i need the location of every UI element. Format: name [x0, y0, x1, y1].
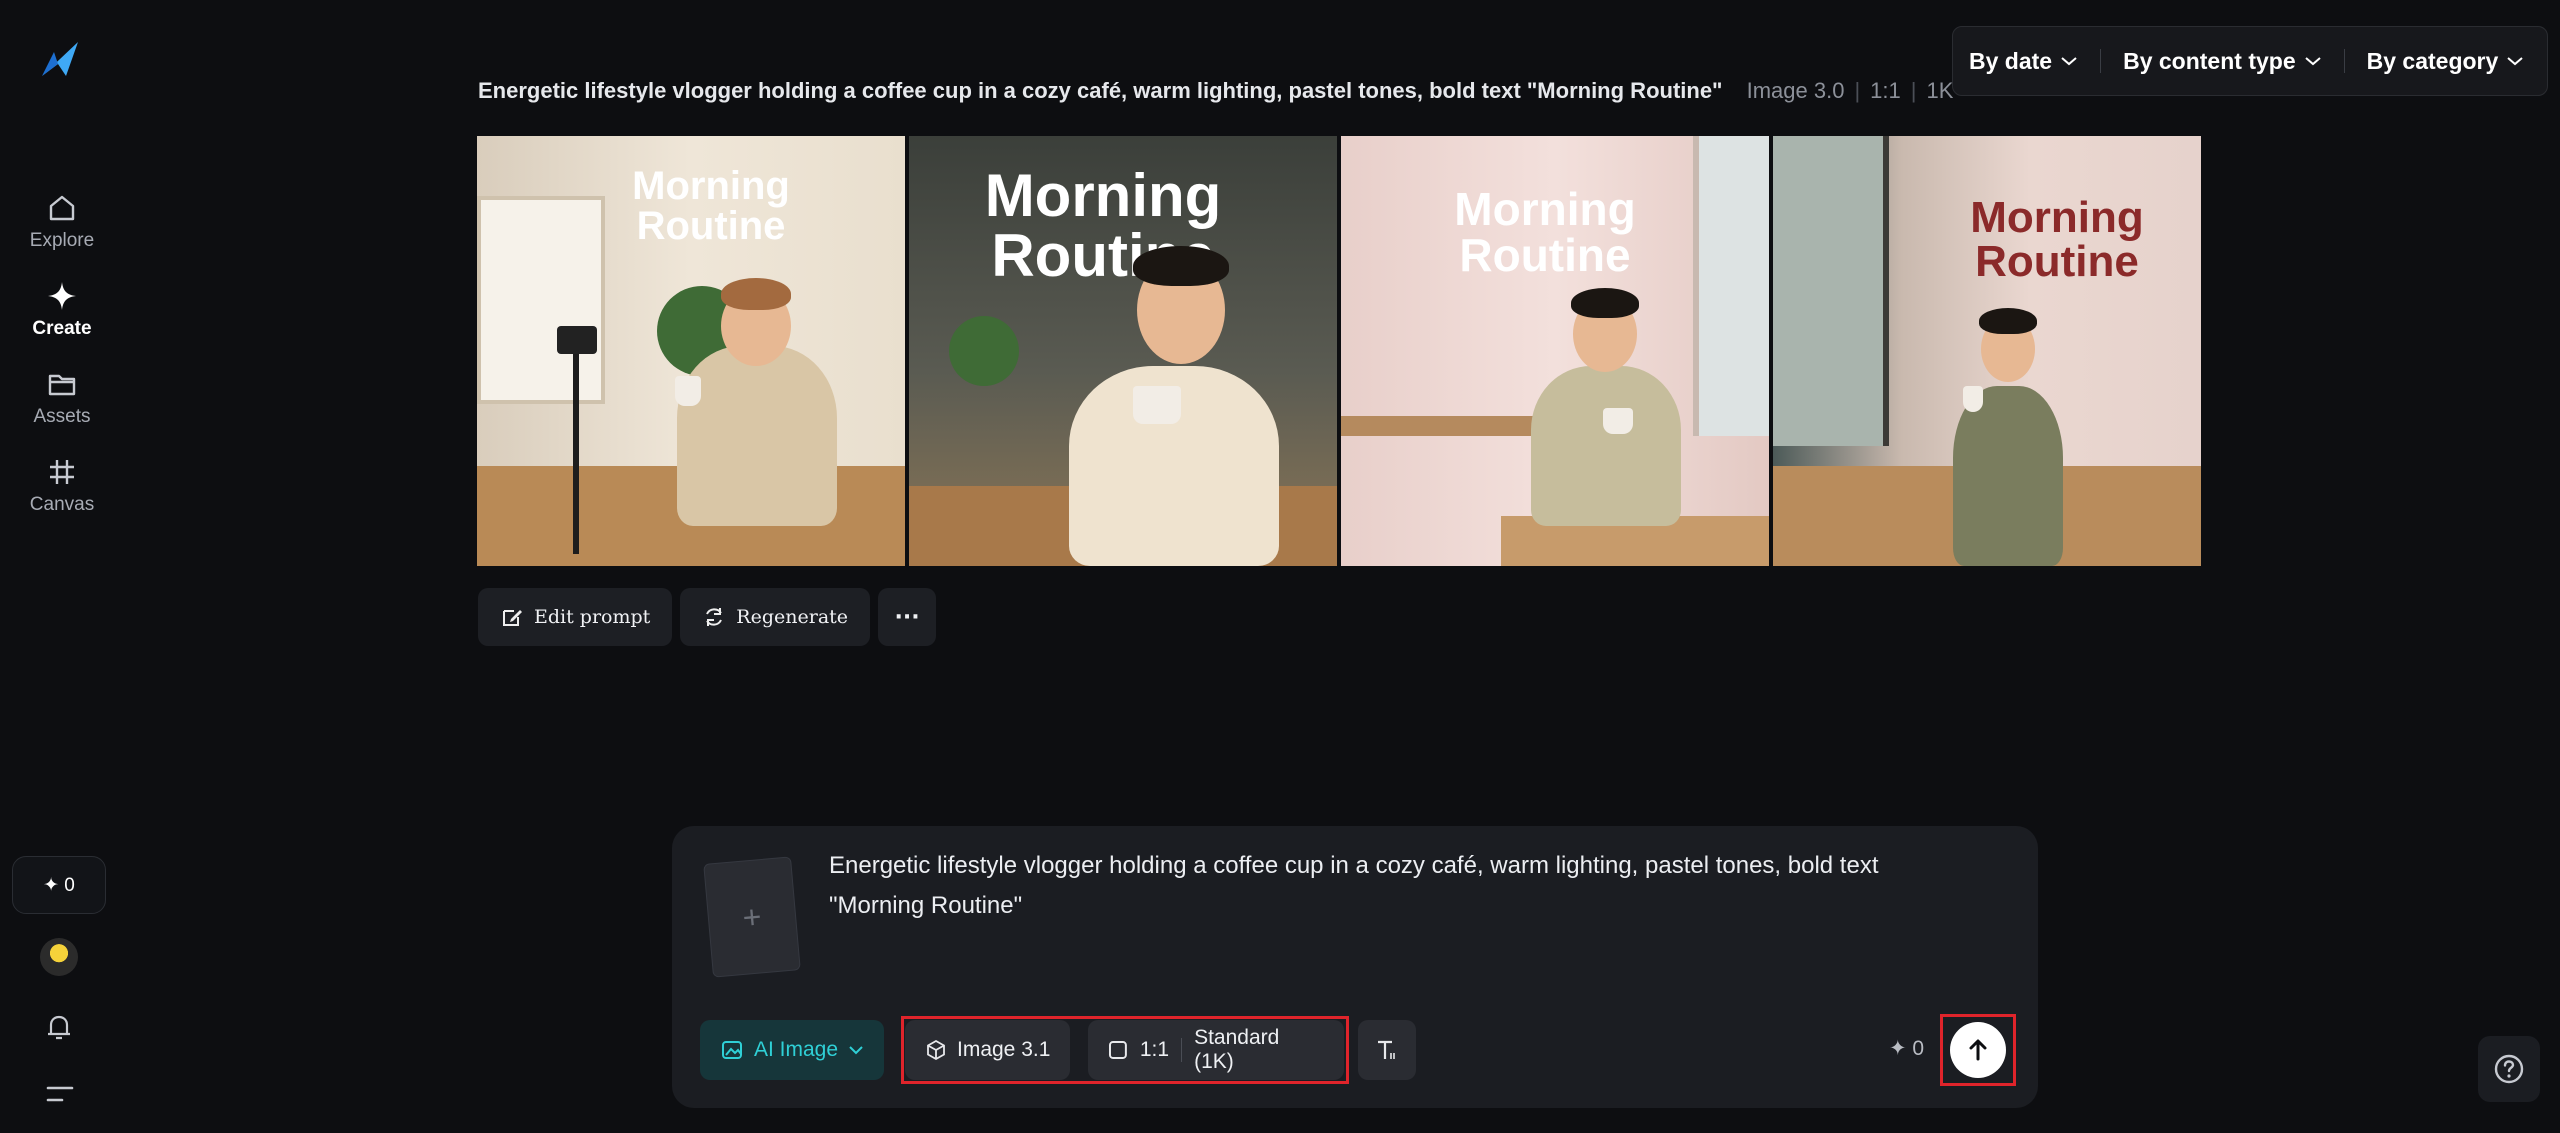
chevron-down-icon — [2061, 57, 2077, 66]
generation-actions: Edit prompt Regenerate ··· — [478, 588, 937, 646]
sidebar-item-label: Explore — [29, 230, 95, 251]
sidebar-item-label: Create — [32, 318, 92, 339]
filter-label: By date — [1969, 47, 2053, 74]
image-icon — [722, 1041, 742, 1059]
quality-label: Standard (1K) — [1194, 1026, 1280, 1073]
menu-icon[interactable] — [46, 1082, 74, 1106]
generated-image-4[interactable]: Morning Routine — [1773, 136, 2201, 566]
generated-image-2[interactable]: Morning Routine — [909, 136, 1337, 566]
credits-badge[interactable]: ✦ 0 — [12, 856, 106, 914]
model-selector[interactable]: Image 3.1 — [905, 1020, 1071, 1080]
divider — [2343, 49, 2345, 73]
sidebar: Explore Create Assets Canvas ✦ 0 — [0, 0, 124, 1133]
sidebar-item-canvas[interactable]: Canvas — [0, 456, 124, 516]
filter-by-content-type[interactable]: By content type — [2123, 48, 2322, 75]
square-icon — [1108, 1041, 1127, 1059]
sidebar-item-assets[interactable]: Assets — [0, 368, 124, 428]
image-title-line: Morning — [632, 164, 790, 208]
regenerate-button[interactable]: Regenerate — [680, 588, 871, 646]
mode-selector[interactable]: AI Image — [700, 1020, 885, 1080]
regenerate-label: Regenerate — [736, 606, 849, 628]
more-icon: ··· — [894, 604, 920, 630]
image-title-line: Morning — [1454, 183, 1636, 235]
image-title-line: Routine — [1459, 229, 1631, 281]
filter-by-category[interactable]: By category — [2367, 48, 2525, 75]
divider — [1181, 1038, 1183, 1062]
generated-image-1[interactable]: Morning Routine — [477, 136, 905, 566]
generation-header: Energetic lifestyle vlogger holding a co… — [478, 78, 1953, 104]
edit-icon — [503, 610, 522, 626]
more-options-button[interactable]: ··· — [878, 588, 937, 646]
send-button[interactable] — [1950, 1022, 2006, 1078]
image-title-line: Morning — [984, 162, 1222, 229]
sparkle-icon — [48, 282, 76, 310]
ratio-quality-selector[interactable]: 1:1 Standard (1K) — [1088, 1020, 1344, 1080]
generation-prompt: Energetic lifestyle vlogger holding a co… — [478, 78, 1723, 103]
generation-resolution: 1K — [1926, 78, 1954, 103]
sidebar-item-label: Canvas — [29, 494, 95, 515]
reference-image-upload[interactable]: + — [703, 856, 801, 978]
canvas-icon — [50, 460, 74, 484]
generation-model: Image 3.0 — [1746, 78, 1845, 103]
folder-icon — [48, 374, 76, 396]
image-grid: Morning Routine Morning Routine Morning … — [477, 136, 2201, 566]
prompt-composer: + Energetic lifestyle vlogger holding a … — [672, 826, 2038, 1108]
image-title-line: Routine — [636, 204, 786, 248]
help-icon — [2494, 1054, 2524, 1084]
filter-label: By content type — [2123, 47, 2296, 74]
avatar[interactable] — [40, 938, 78, 976]
generation-meta: Image 3.0 | 1:1 | 1K — [1746, 78, 1954, 103]
image-title-line: Morning — [1970, 193, 2144, 242]
edit-prompt-button[interactable]: Edit prompt — [478, 588, 673, 646]
sidebar-item-create[interactable]: Create — [0, 280, 124, 340]
edit-prompt-label: Edit prompt — [534, 606, 651, 628]
model-label: Image 3.1 — [957, 1038, 1051, 1061]
generated-image-3[interactable]: Morning Routine — [1341, 136, 1769, 566]
image-title-line: Routine — [1975, 237, 2139, 286]
refresh-icon — [706, 608, 723, 626]
sidebar-item-explore[interactable]: Explore — [0, 192, 124, 252]
chevron-down-icon — [2304, 57, 2321, 66]
help-button[interactable] — [2478, 1036, 2540, 1102]
home-icon — [49, 195, 75, 221]
bell-icon[interactable] — [42, 1010, 76, 1044]
chevron-down-icon — [2507, 57, 2523, 66]
divider — [2100, 49, 2102, 73]
text-style-icon — [1378, 1040, 1395, 1059]
generation-ratio: 1:1 — [1870, 78, 1901, 103]
arrow-up-icon — [1969, 1039, 1987, 1061]
cube-icon — [927, 1039, 945, 1061]
sidebar-item-label: Assets — [33, 406, 91, 427]
filter-by-date[interactable]: By date — [1969, 48, 2078, 75]
text-style-button[interactable] — [1358, 1020, 1416, 1080]
prompt-input[interactable]: Energetic lifestyle vlogger holding a co… — [829, 846, 1959, 926]
generation-cost: ✦ 0 — [1889, 1037, 1925, 1060]
image-title-line: Routine — [991, 222, 1215, 289]
filter-bar: By date By content type By category — [1952, 26, 2548, 96]
chevron-down-icon — [849, 1046, 863, 1055]
ratio-label: 1:1 — [1139, 1038, 1170, 1061]
filter-label: By category — [2366, 47, 2499, 74]
plus-icon: + — [741, 897, 763, 936]
app-logo-icon[interactable] — [36, 36, 84, 84]
mode-label: AI Image — [754, 1038, 839, 1061]
